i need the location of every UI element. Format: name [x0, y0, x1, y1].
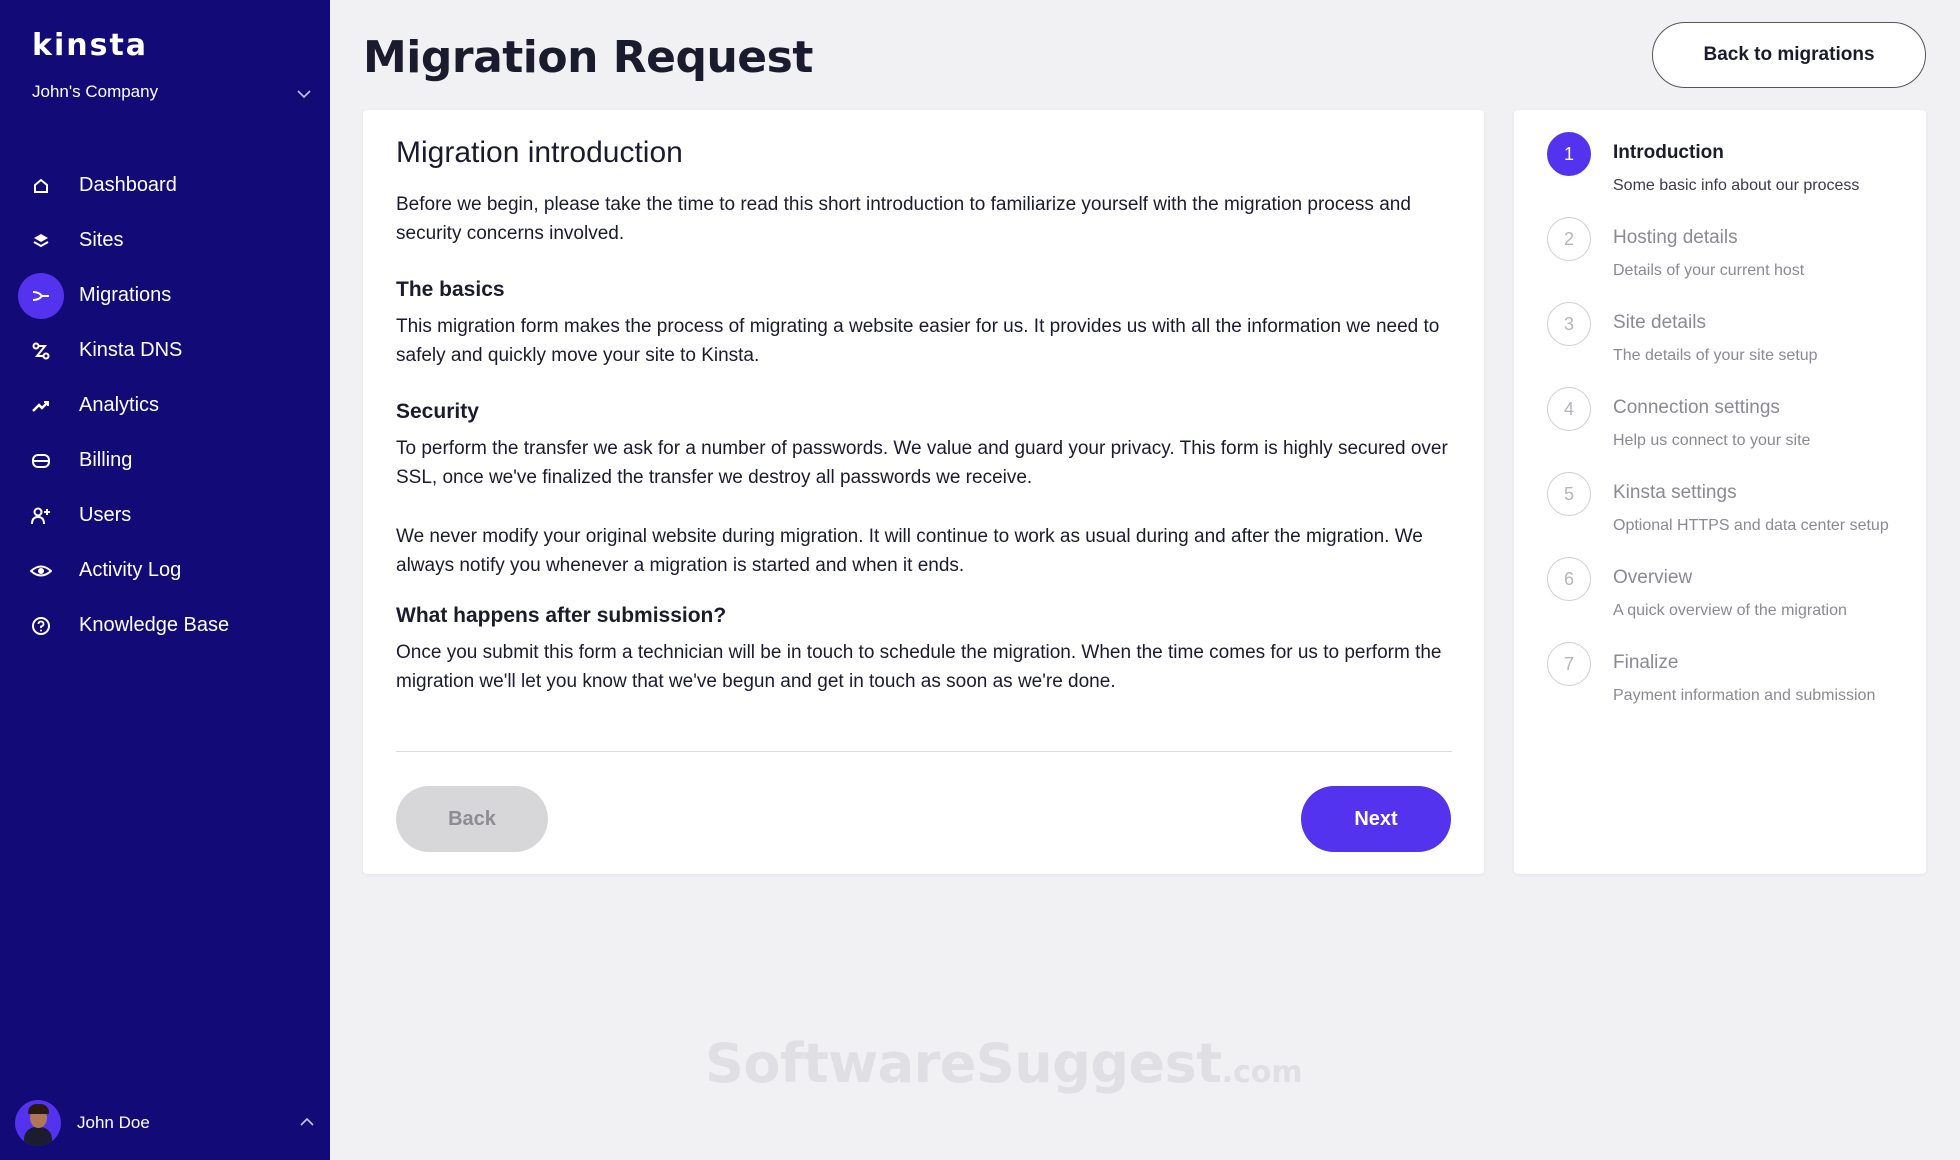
step-subtitle: A quick overview of the migration [1613, 602, 1847, 619]
security-paragraph-1: To perform the transfer we ask for a num… [396, 438, 1448, 488]
step-subtitle: Help us connect to your site [1613, 432, 1811, 449]
step-title: Connection settings [1613, 397, 1780, 418]
step-title: Finalize [1613, 652, 1679, 673]
sidebar: kinsta John's Company Dashboard Sites Mi… [0, 0, 330, 1160]
sidebar-item-users[interactable]: Users [18, 488, 318, 543]
migration-intro-card: Migration introduction Before we begin, … [363, 110, 1484, 874]
card-title: Migration introduction [396, 136, 683, 169]
chevron-up-icon [299, 1114, 315, 1135]
page-title: Migration Request [363, 32, 813, 83]
step-kinsta-settings[interactable]: 5 Kinsta settings Optional HTTPS and dat… [1547, 472, 1917, 542]
step-number: 7 [1547, 642, 1591, 686]
sidebar-item-billing[interactable]: Billing [18, 433, 318, 488]
watermark-domain: .com [1221, 1055, 1303, 1090]
sidebar-item-activity-log[interactable]: Activity Log [18, 543, 318, 598]
sidebar-item-kinsta-dns[interactable]: Kinsta DNS [18, 323, 318, 378]
sidebar-item-label: Kinsta DNS [79, 339, 183, 361]
step-number: 2 [1547, 217, 1591, 261]
sidebar-item-label: Activity Log [79, 559, 182, 581]
eye-icon [18, 548, 64, 594]
step-number: 3 [1547, 302, 1591, 346]
step-subtitle: Some basic info about our process [1613, 177, 1860, 194]
step-introduction[interactable]: 1 Introduction Some basic info about our… [1547, 132, 1917, 202]
sidebar-item-sites[interactable]: Sites [18, 213, 318, 268]
sidebar-item-label: Users [79, 504, 132, 526]
home-icon [18, 163, 64, 209]
sidebar-item-label: Knowledge Base [79, 614, 230, 636]
user-menu[interactable]: John Doe [15, 1100, 315, 1146]
step-finalize[interactable]: 7 Finalize Payment information and submi… [1547, 642, 1917, 712]
back-button[interactable]: Back [396, 786, 548, 852]
after-submission-paragraph: Once you submit this form a technician w… [396, 642, 1442, 692]
dns-icon [18, 328, 64, 374]
help-icon [18, 603, 64, 649]
trend-icon [18, 383, 64, 429]
step-number: 1 [1547, 132, 1591, 176]
after-submission-heading: What happens after submission? [396, 604, 727, 627]
divider [396, 751, 1452, 752]
migrate-icon [18, 272, 64, 319]
step-site-details[interactable]: 3 Site details The details of your site … [1547, 302, 1917, 372]
step-number: 4 [1547, 387, 1591, 431]
step-title: Kinsta settings [1613, 482, 1737, 503]
avatar [15, 1100, 61, 1146]
step-overview[interactable]: 6 Overview A quick overview of the migra… [1547, 557, 1917, 627]
next-button[interactable]: Next [1301, 786, 1451, 852]
security-paragraph-2: We never modify your original website du… [396, 526, 1423, 576]
company-name: John's Company [32, 82, 159, 101]
sidebar-item-label: Sites [79, 229, 124, 251]
user-name: John Doe [77, 1113, 150, 1132]
kinsta-logo[interactable]: kinsta [32, 28, 148, 63]
intro-paragraph: Before we begin, please take the time to… [396, 194, 1411, 244]
step-subtitle: Details of your current host [1613, 262, 1805, 279]
layers-icon [18, 218, 64, 264]
watermark-text: SoftwareSuggest [705, 1032, 1222, 1095]
step-title: Overview [1613, 567, 1693, 588]
sidebar-item-knowledge-base[interactable]: Knowledge Base [18, 598, 318, 653]
step-subtitle: Optional HTTPS and data center setup [1613, 517, 1889, 534]
sidebar-item-label: Analytics [79, 394, 160, 416]
step-connection-settings[interactable]: 4 Connection settings Help us connect to… [1547, 387, 1917, 457]
migration-steps: 1 Introduction Some basic info about our… [1514, 110, 1926, 874]
chevron-down-icon [296, 82, 312, 111]
sidebar-nav: Dashboard Sites Migrations Kinsta DNS An… [18, 158, 318, 653]
sidebar-item-label: Billing [79, 449, 133, 471]
sidebar-item-migrations[interactable]: Migrations [18, 268, 318, 323]
step-title: Site details [1613, 312, 1706, 333]
card-icon [18, 438, 64, 484]
step-title: Introduction [1613, 142, 1724, 163]
step-hosting-details[interactable]: 2 Hosting details Details of your curren… [1547, 217, 1917, 287]
basics-heading: The basics [396, 278, 505, 301]
sidebar-item-analytics[interactable]: Analytics [18, 378, 318, 433]
sidebar-item-label: Migrations [79, 284, 172, 306]
user-add-icon [18, 493, 64, 539]
watermark: SoftwareSuggest.com [705, 1032, 1303, 1095]
step-number: 5 [1547, 472, 1591, 516]
basics-paragraph: This migration form makes the process of… [396, 316, 1440, 366]
company-selector[interactable]: John's Company [32, 82, 312, 106]
back-to-migrations-button[interactable]: Back to migrations [1652, 22, 1926, 88]
sidebar-item-label: Dashboard [79, 174, 177, 196]
step-subtitle: The details of your site setup [1613, 347, 1818, 364]
security-heading: Security [396, 400, 479, 423]
step-subtitle: Payment information and submission [1613, 687, 1876, 704]
sidebar-item-dashboard[interactable]: Dashboard [18, 158, 318, 213]
step-title: Hosting details [1613, 227, 1738, 248]
step-number: 6 [1547, 557, 1591, 601]
